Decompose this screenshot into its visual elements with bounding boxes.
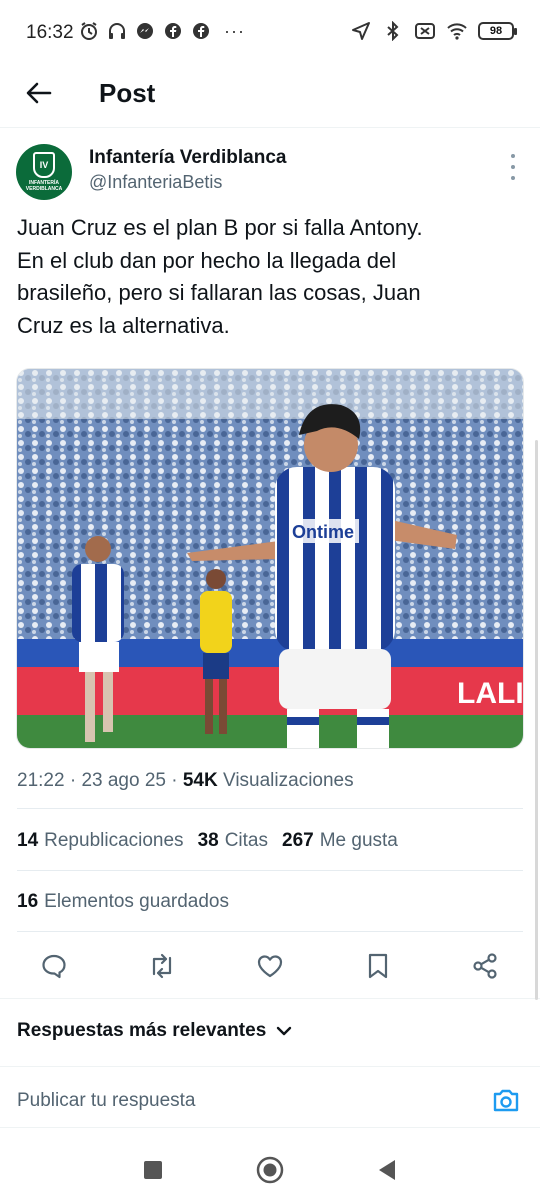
messenger-icon bbox=[134, 20, 156, 42]
home-button[interactable] bbox=[254, 1154, 286, 1186]
headphones-icon bbox=[106, 20, 128, 42]
reposts-stat[interactable]: 14 Republicaciones bbox=[17, 830, 184, 852]
divider bbox=[17, 870, 523, 871]
quotes-label: Citas bbox=[224, 830, 268, 851]
likes-stat[interactable]: 267 Me gusta bbox=[282, 830, 398, 852]
views-label[interactable]: Visualizaciones bbox=[223, 770, 354, 791]
status-time: 16:32 bbox=[26, 22, 74, 43]
divider bbox=[0, 1066, 540, 1067]
action-bar bbox=[0, 946, 540, 986]
post-date: 23 ago 25 bbox=[81, 770, 166, 791]
author-handle[interactable]: @InfanteriaBetis bbox=[89, 172, 222, 193]
dot-icon bbox=[511, 176, 515, 180]
more-options-button[interactable] bbox=[506, 154, 520, 180]
avatar-text: INFANTERÍA VERDIBLANCA bbox=[25, 180, 63, 192]
reposts-count: 14 bbox=[17, 830, 39, 851]
like-button[interactable] bbox=[250, 946, 290, 986]
reply-button[interactable] bbox=[34, 946, 74, 986]
post-time: 21:22 bbox=[17, 770, 65, 791]
bookmark-button[interactable] bbox=[358, 946, 398, 986]
back-nav-button[interactable] bbox=[371, 1154, 403, 1186]
dot-icon bbox=[511, 165, 515, 169]
bookmarks-stats: 16 Elementos guardados bbox=[17, 891, 229, 913]
alarm-icon bbox=[78, 20, 100, 42]
bookmark-icon bbox=[368, 953, 388, 979]
system-navigation-bar bbox=[0, 1140, 540, 1200]
football-player-photo: LALI Ontime bbox=[17, 369, 524, 748]
divider bbox=[0, 998, 540, 999]
dot-icon bbox=[511, 154, 515, 158]
recents-button[interactable] bbox=[137, 1154, 169, 1186]
bookmarks-stat[interactable]: 16 Elementos guardados bbox=[17, 891, 229, 913]
bluetooth-icon bbox=[382, 20, 404, 42]
stadium-board-text: LALI bbox=[457, 677, 524, 710]
club-crest-icon: IV bbox=[33, 152, 55, 178]
jersey-sponsor-text: Ontime bbox=[292, 522, 354, 542]
wifi-icon bbox=[446, 20, 468, 42]
like-icon bbox=[257, 955, 283, 978]
post-meta: 21:22 · 23 ago 25 · 54K Visualizaciones bbox=[17, 770, 354, 792]
replies-sort-label: Respuestas más relevantes bbox=[17, 1020, 267, 1041]
arrow-left-icon bbox=[26, 82, 52, 104]
repost-button[interactable] bbox=[142, 946, 182, 986]
status-bar: 16:32 ··· 98 bbox=[0, 0, 540, 66]
repost-icon bbox=[152, 953, 172, 979]
divider bbox=[17, 808, 523, 809]
post-image[interactable]: LALI Ontime bbox=[16, 368, 524, 749]
quotes-count: 38 bbox=[197, 830, 219, 851]
location-icon bbox=[350, 20, 372, 42]
more-notifications: ··· bbox=[224, 20, 245, 41]
facebook-icon bbox=[190, 20, 212, 42]
reply-input[interactable] bbox=[17, 1090, 477, 1112]
share-button[interactable] bbox=[465, 946, 505, 986]
bookmarks-label: Elementos guardados bbox=[44, 891, 229, 912]
replies-sort-dropdown[interactable]: Respuestas más relevantes bbox=[17, 1020, 292, 1042]
share-icon bbox=[473, 953, 497, 979]
avatar[interactable]: IV INFANTERÍA VERDIBLANCA bbox=[16, 144, 72, 200]
sim-off-icon bbox=[414, 20, 436, 42]
home-circle-icon bbox=[256, 1156, 284, 1184]
triangle-back-icon bbox=[379, 1160, 395, 1180]
top-app-bar: Post bbox=[0, 66, 540, 128]
camera-button[interactable] bbox=[490, 1084, 522, 1116]
meta-separator: · bbox=[69, 770, 82, 791]
likes-count: 267 bbox=[282, 830, 314, 851]
camera-icon bbox=[493, 1089, 519, 1112]
page-title: Post bbox=[99, 78, 156, 108]
quotes-stat[interactable]: 38 Citas bbox=[198, 830, 268, 852]
scrollbar[interactable] bbox=[535, 440, 538, 1000]
divider bbox=[17, 931, 523, 932]
author-name[interactable]: Infantería Verdiblanca bbox=[89, 147, 286, 169]
likes-label: Me gusta bbox=[319, 830, 398, 851]
engagement-stats: 14 Republicaciones 38 Citas 267 Me gusta bbox=[17, 830, 398, 852]
facebook-icon bbox=[162, 20, 184, 42]
bookmarks-count: 16 bbox=[17, 891, 39, 912]
meta-separator: · bbox=[171, 770, 183, 791]
reposts-label: Republicaciones bbox=[44, 830, 184, 851]
views-count: 54K bbox=[182, 770, 218, 791]
square-icon bbox=[144, 1161, 162, 1179]
divider bbox=[0, 1127, 540, 1128]
post-text: Juan Cruz es el plan B por si falla Anto… bbox=[17, 215, 423, 338]
reply-icon bbox=[42, 954, 66, 979]
back-button[interactable] bbox=[22, 76, 56, 110]
chevron-down-icon bbox=[277, 1026, 292, 1036]
battery-indicator: 98 bbox=[478, 22, 517, 40]
